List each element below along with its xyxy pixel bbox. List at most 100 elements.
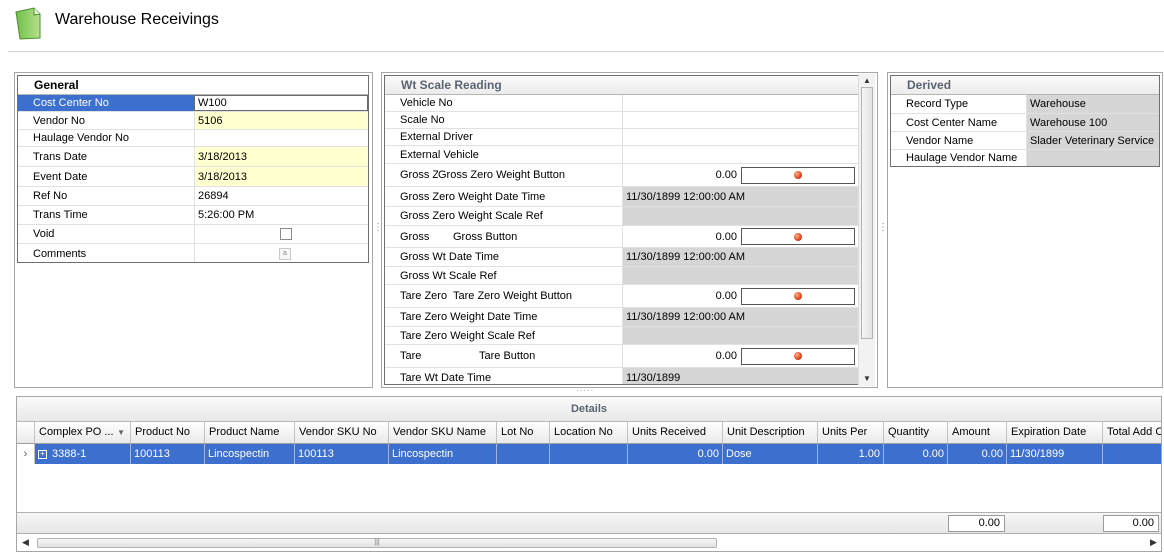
row-tare[interactable]: Tare Tare Button 0.00 <box>385 345 858 368</box>
row-cost-center-no[interactable]: Cost Center No W100 <box>18 95 368 112</box>
details-horizontal-scrollbar[interactable]: ||| <box>33 536 1160 550</box>
sort-dropdown-icon[interactable]: ▼ <box>117 422 125 443</box>
tare-zero-value[interactable]: 0.00 <box>623 290 741 302</box>
row-tare-zero-date[interactable]: Tare Zero Weight Date Time 11/30/1899 12… <box>385 308 858 327</box>
column-header[interactable]: Location No <box>550 422 628 443</box>
column-header[interactable]: Units Per <box>818 422 884 443</box>
ref-no-field[interactable]: 26894 <box>194 187 368 205</box>
column-header[interactable]: Unit Description <box>723 422 818 443</box>
row-vendor-no[interactable]: Vendor No 5106 <box>18 112 368 130</box>
general-grid: General Cost Center No W100 Vendor No 51… <box>17 75 369 263</box>
trans-date-field[interactable]: 3/18/2013 <box>194 147 368 166</box>
column-header[interactable]: Quantity <box>884 422 948 443</box>
cell-vendor-sku-no[interactable]: 100113 <box>295 444 389 464</box>
row-tare-zero[interactable]: Tare Zero Tare Zero Weight Button 0.00 <box>385 285 858 308</box>
row-comments[interactable]: Comments a <box>18 244 368 262</box>
scroll-down-arrow-icon[interactable]: ▼ <box>863 374 871 383</box>
row-tare-zero-scale-ref[interactable]: Tare Zero Weight Scale Ref <box>385 327 858 345</box>
column-header[interactable]: Total Add C <box>1103 422 1161 443</box>
row-haulage-vendor-no[interactable]: Haulage Vendor No <box>18 130 368 147</box>
title-divider <box>8 51 1164 52</box>
cell-lot-no[interactable] <box>497 444 550 464</box>
column-header[interactable]: Units Received <box>628 422 723 443</box>
row-record-type[interactable]: Record Type Warehouse <box>891 95 1159 114</box>
cell-vendor-sku-name[interactable]: Lincospectin <box>389 444 497 464</box>
row-trans-date[interactable]: Trans Date 3/18/2013 <box>18 147 368 167</box>
tare-zero-weight-button[interactable] <box>741 287 855 305</box>
field-label: External Vehicle <box>400 148 479 161</box>
row-trans-time[interactable]: Trans Time 5:26:00 PM <box>18 206 368 225</box>
haulage-vendor-no-field[interactable] <box>194 130 368 146</box>
column-header[interactable]: Vendor SKU Name <box>389 422 497 443</box>
gross-zero-weight-button[interactable] <box>741 166 855 184</box>
row-external-driver[interactable]: External Driver <box>385 129 858 146</box>
event-date-field[interactable]: 3/18/2013 <box>194 167 368 186</box>
scroll-left-arrow-icon[interactable]: ◀ <box>22 537 29 548</box>
field-label: Gross Zero Weight Date Time <box>400 190 546 203</box>
cost-center-no-field[interactable]: W100 <box>194 95 368 111</box>
row-gross-zero-date[interactable]: Gross Zero Weight Date Time 11/30/1899 1… <box>385 187 858 207</box>
vendor-no-field[interactable]: 5106 <box>194 112 368 129</box>
cell-location-no[interactable] <box>550 444 628 464</box>
scale-no-field[interactable] <box>622 112 858 128</box>
row-vehicle-no[interactable]: Vehicle No <box>385 95 858 112</box>
column-header[interactable]: Product Name <box>205 422 295 443</box>
column-header[interactable]: Amount <box>948 422 1007 443</box>
wt-scale-scrollbar[interactable]: ▲ ▼ <box>858 74 875 386</box>
scrollbar-thumb[interactable]: ||| <box>37 538 717 548</box>
cell-units-received[interactable]: 0.00 <box>628 444 723 464</box>
vehicle-no-field[interactable] <box>622 95 858 111</box>
memo-edit-icon[interactable]: a <box>279 247 291 260</box>
scroll-up-arrow-icon[interactable]: ▲ <box>863 76 871 85</box>
column-header[interactable]: Product No <box>131 422 205 443</box>
row-gross[interactable]: Gross Gross Button 0.00 <box>385 226 858 248</box>
row-tare-wt-date[interactable]: Tare Wt Date Time 11/30/1899 <box>385 368 858 384</box>
column-header[interactable]: Expiration Date <box>1007 422 1103 443</box>
horizontal-splitter-handle[interactable]: ····· <box>576 386 594 395</box>
row-vendor-name[interactable]: Vendor Name Slader Veterinary Service <box>891 132 1159 150</box>
column-header[interactable]: Complex PO ... ▼ <box>35 422 131 443</box>
column-header[interactable]: Lot No <box>497 422 550 443</box>
row-void[interactable]: Void <box>18 225 368 244</box>
column-header[interactable]: Vendor SKU No <box>295 422 389 443</box>
table-row[interactable]: › +3388-1 100113 Lincospectin 100113 Lin… <box>17 444 1161 464</box>
external-vehicle-field[interactable] <box>622 146 858 163</box>
field-label: Haulage Vendor Name <box>906 152 1018 164</box>
row-scale-no[interactable]: Scale No <box>385 112 858 129</box>
cell-product-name[interactable]: Lincospectin <box>205 444 295 464</box>
cell-unit-description[interactable]: Dose <box>723 444 818 464</box>
scroll-right-arrow-icon[interactable]: ▶ <box>1150 537 1157 548</box>
cell-expiration-date[interactable]: 11/30/1899 <box>1007 444 1103 464</box>
cell-quantity[interactable]: 0.00 <box>884 444 948 464</box>
external-driver-field[interactable] <box>622 129 858 145</box>
row-external-vehicle[interactable]: External Vehicle <box>385 146 858 164</box>
field-label: Event Date <box>33 170 88 183</box>
cell-product-no[interactable]: 100113 <box>131 444 205 464</box>
cell-units-per[interactable]: 1.00 <box>818 444 884 464</box>
cell-complex-po[interactable]: +3388-1 <box>35 444 131 464</box>
row-gross-wt-scale-ref[interactable]: Gross Wt Scale Ref <box>385 267 858 285</box>
cell-amount[interactable]: 0.00 <box>948 444 1007 464</box>
expand-icon[interactable]: + <box>38 449 47 459</box>
tare-wt-date-field: 11/30/1899 <box>622 368 858 384</box>
trans-time-field[interactable]: 5:26:00 PM <box>194 206 368 224</box>
row-haulage-vendor-name[interactable]: Haulage Vendor Name <box>891 150 1159 166</box>
tare-button[interactable] <box>741 347 855 365</box>
gross-button[interactable] <box>741 228 855 245</box>
row-gross-zero[interactable]: Gross Zer Gross Zero Weight Button 0.00 <box>385 164 858 187</box>
scrollbar-thumb[interactable] <box>861 87 873 339</box>
gross-zero-value[interactable]: 0.00 <box>623 169 741 181</box>
tare-value[interactable]: 0.00 <box>623 350 741 362</box>
record-type-field: Warehouse <box>1026 95 1159 113</box>
void-checkbox[interactable] <box>280 228 292 240</box>
row-gross-zero-scale-ref[interactable]: Gross Zero Weight Scale Ref <box>385 207 858 226</box>
cell-total-add[interactable] <box>1103 444 1161 464</box>
gross-value[interactable]: 0.00 <box>623 231 741 243</box>
wt-scale-grid: Wt Scale Reading Vehicle No Scale No Ext… <box>384 75 859 385</box>
cell-value: 3388-1 <box>52 448 87 460</box>
row-event-date[interactable]: Event Date 3/18/2013 <box>18 167 368 187</box>
row-cost-center-name[interactable]: Cost Center Name Warehouse 100 <box>891 114 1159 132</box>
row-gross-wt-date[interactable]: Gross Wt Date Time 11/30/1899 12:00:00 A… <box>385 248 858 267</box>
row-ref-no[interactable]: Ref No 26894 <box>18 187 368 206</box>
tare-zero-scale-ref-field <box>622 327 858 344</box>
